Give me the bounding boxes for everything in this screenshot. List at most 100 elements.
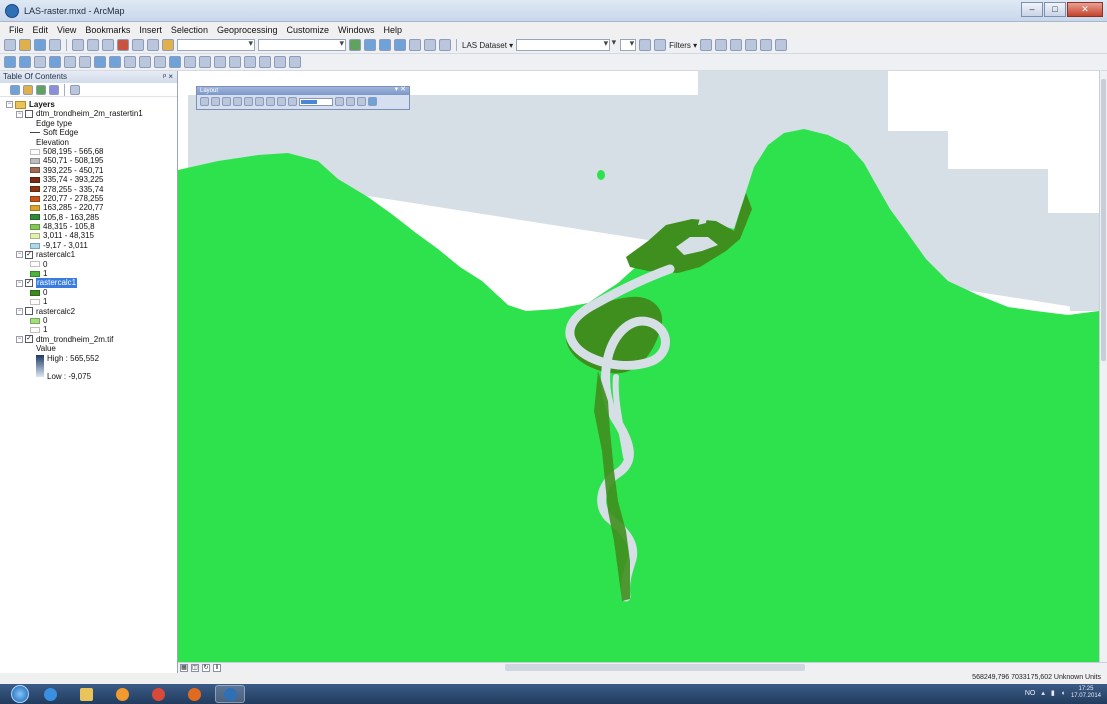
menu-windows[interactable]: Windows <box>337 25 376 35</box>
time-slider-icon[interactable] <box>274 56 286 68</box>
back-arrow-icon[interactable] <box>94 56 106 68</box>
pause-drawing-icon[interactable]: ‖ <box>213 664 221 672</box>
zoom-in-page-icon[interactable] <box>200 97 209 106</box>
taskbar-arcmap[interactable] <box>215 685 245 703</box>
taskbar-firefox[interactable] <box>179 685 209 703</box>
layout-view-icon[interactable]: ▦ <box>180 664 188 672</box>
measure-icon[interactable] <box>214 56 226 68</box>
fixed-zoom-out-page-icon[interactable] <box>266 97 275 106</box>
zoom-out-page-icon[interactable] <box>211 97 220 106</box>
new-document-icon[interactable] <box>4 39 16 51</box>
full-extent-globe-icon[interactable] <box>49 56 61 68</box>
menu-view[interactable]: View <box>56 25 77 35</box>
data-view-icon[interactable]: ◫ <box>191 664 199 672</box>
layer-visibility-checkbox[interactable]: ✓ <box>25 250 33 259</box>
taskbar-explorer[interactable] <box>71 685 101 703</box>
forward-arrow-icon[interactable] <box>109 56 121 68</box>
point-filter-dropdown[interactable] <box>620 38 637 51</box>
back-extent-icon[interactable] <box>277 97 286 106</box>
model-builder-icon[interactable] <box>439 39 451 51</box>
arctoolbox-icon[interactable] <box>409 39 421 51</box>
select-features-icon[interactable] <box>124 56 136 68</box>
language-indicator[interactable]: NO <box>1025 690 1036 697</box>
las-3d-view-icon[interactable] <box>715 39 728 51</box>
focus-data-frame-icon[interactable] <box>346 97 355 106</box>
find-route-icon[interactable] <box>244 56 256 68</box>
las-measure-icon[interactable] <box>730 39 743 51</box>
collapse-icon[interactable]: − <box>16 251 23 259</box>
taskbar-chrome[interactable] <box>143 685 173 703</box>
layer-row[interactable]: − ✓ rastercalc1 <box>6 250 177 259</box>
refresh-icon[interactable]: ↻ <box>202 664 210 672</box>
layout-close-button[interactable]: ▾ ✕ <box>395 86 406 94</box>
identify-info-icon[interactable] <box>169 56 181 68</box>
zoom-percent-field[interactable] <box>299 97 333 106</box>
map-horizontal-scrollbar[interactable] <box>505 664 805 671</box>
data-driven-pages-icon[interactable] <box>368 97 377 106</box>
paste-icon[interactable] <box>102 39 114 51</box>
cut-icon[interactable] <box>72 39 84 51</box>
scrollbar-thumb[interactable] <box>1101 79 1106 361</box>
python-icon[interactable] <box>424 39 436 51</box>
collapse-icon[interactable]: − <box>16 307 23 315</box>
layers-root[interactable]: − Layers <box>6 100 177 109</box>
layout-toolbar[interactable]: Layout ▾ ✕ <box>196 86 410 110</box>
toc-panel-controls[interactable]: ᵖ × <box>163 71 173 83</box>
close-button[interactable]: ✕ <box>1067 2 1103 17</box>
find-binoculars-icon[interactable] <box>229 56 241 68</box>
redo-icon[interactable] <box>147 39 159 51</box>
list-by-source-icon[interactable] <box>23 84 33 95</box>
layer-visibility-checkbox[interactable] <box>25 110 33 119</box>
las-profile-icon[interactable] <box>700 39 713 51</box>
collapse-icon[interactable]: − <box>16 335 23 343</box>
menu-bookmarks[interactable]: Bookmarks <box>84 25 131 35</box>
menu-selection[interactable]: Selection <box>170 25 209 35</box>
html-popup-icon[interactable] <box>199 56 211 68</box>
minimize-button[interactable]: – <box>1021 2 1043 17</box>
maximize-button[interactable]: □ <box>1044 2 1066 17</box>
taskbar-ie[interactable] <box>35 685 65 703</box>
start-button-icon[interactable] <box>11 685 29 703</box>
taskbar-media[interactable] <box>107 685 137 703</box>
save-icon[interactable] <box>34 39 46 51</box>
zoom-whole-page-icon[interactable] <box>233 97 242 106</box>
layer-visibility-checkbox[interactable]: ✓ <box>25 279 33 288</box>
fixed-zoom-in-icon[interactable] <box>64 56 76 68</box>
las-points-icon[interactable] <box>654 39 667 51</box>
network-icon[interactable]: ▮ <box>1051 689 1055 697</box>
list-by-drawing-order-icon[interactable] <box>10 84 20 95</box>
pan-page-icon[interactable] <box>222 97 231 106</box>
change-layout-icon[interactable] <box>357 97 366 106</box>
add-data-icon[interactable] <box>162 39 174 51</box>
zoom-100-icon[interactable] <box>244 97 253 106</box>
las-stats-icon[interactable] <box>775 39 788 51</box>
select-elements-arrow-icon[interactable] <box>154 56 166 68</box>
layer-row[interactable]: − rastercalc2 <box>6 307 177 316</box>
map-vertical-scrollbar[interactable] <box>1099 71 1107 662</box>
map-scale-combo[interactable] <box>177 38 255 51</box>
layer-visibility-checkbox[interactable] <box>25 307 33 316</box>
undo-icon[interactable] <box>132 39 144 51</box>
las-symbology-icon[interactable] <box>639 39 652 51</box>
editor-icon[interactable] <box>349 39 361 51</box>
zoom-out-icon[interactable] <box>19 56 31 68</box>
tray-arrow-icon[interactable]: ▴ <box>1041 689 1045 697</box>
layer-row[interactable]: − ✓ dtm_trondheim_2m.tif <box>6 335 177 344</box>
menu-customize[interactable]: Customize <box>286 25 331 35</box>
zoom-in-icon[interactable] <box>4 56 16 68</box>
las-pin-icon[interactable] <box>745 39 758 51</box>
catalog-icon[interactable] <box>379 39 391 51</box>
open-folder-icon[interactable] <box>19 39 31 51</box>
las-table-icon[interactable] <box>760 39 773 51</box>
fixed-zoom-out-icon[interactable] <box>79 56 91 68</box>
copy-icon[interactable] <box>87 39 99 51</box>
hyperlink-icon[interactable] <box>184 56 196 68</box>
toggle-draft-icon[interactable] <box>335 97 344 106</box>
print-icon[interactable] <box>49 39 61 51</box>
las-dataset-combo[interactable] <box>516 38 611 51</box>
fixed-zoom-in-page-icon[interactable] <box>255 97 264 106</box>
map-display[interactable] <box>178 71 1099 662</box>
create-viewer-window-icon[interactable] <box>289 56 301 68</box>
menu-geoprocessing[interactable]: Geoprocessing <box>216 25 279 35</box>
las-dataset-label[interactable]: LAS Dataset ▾ <box>462 41 513 50</box>
